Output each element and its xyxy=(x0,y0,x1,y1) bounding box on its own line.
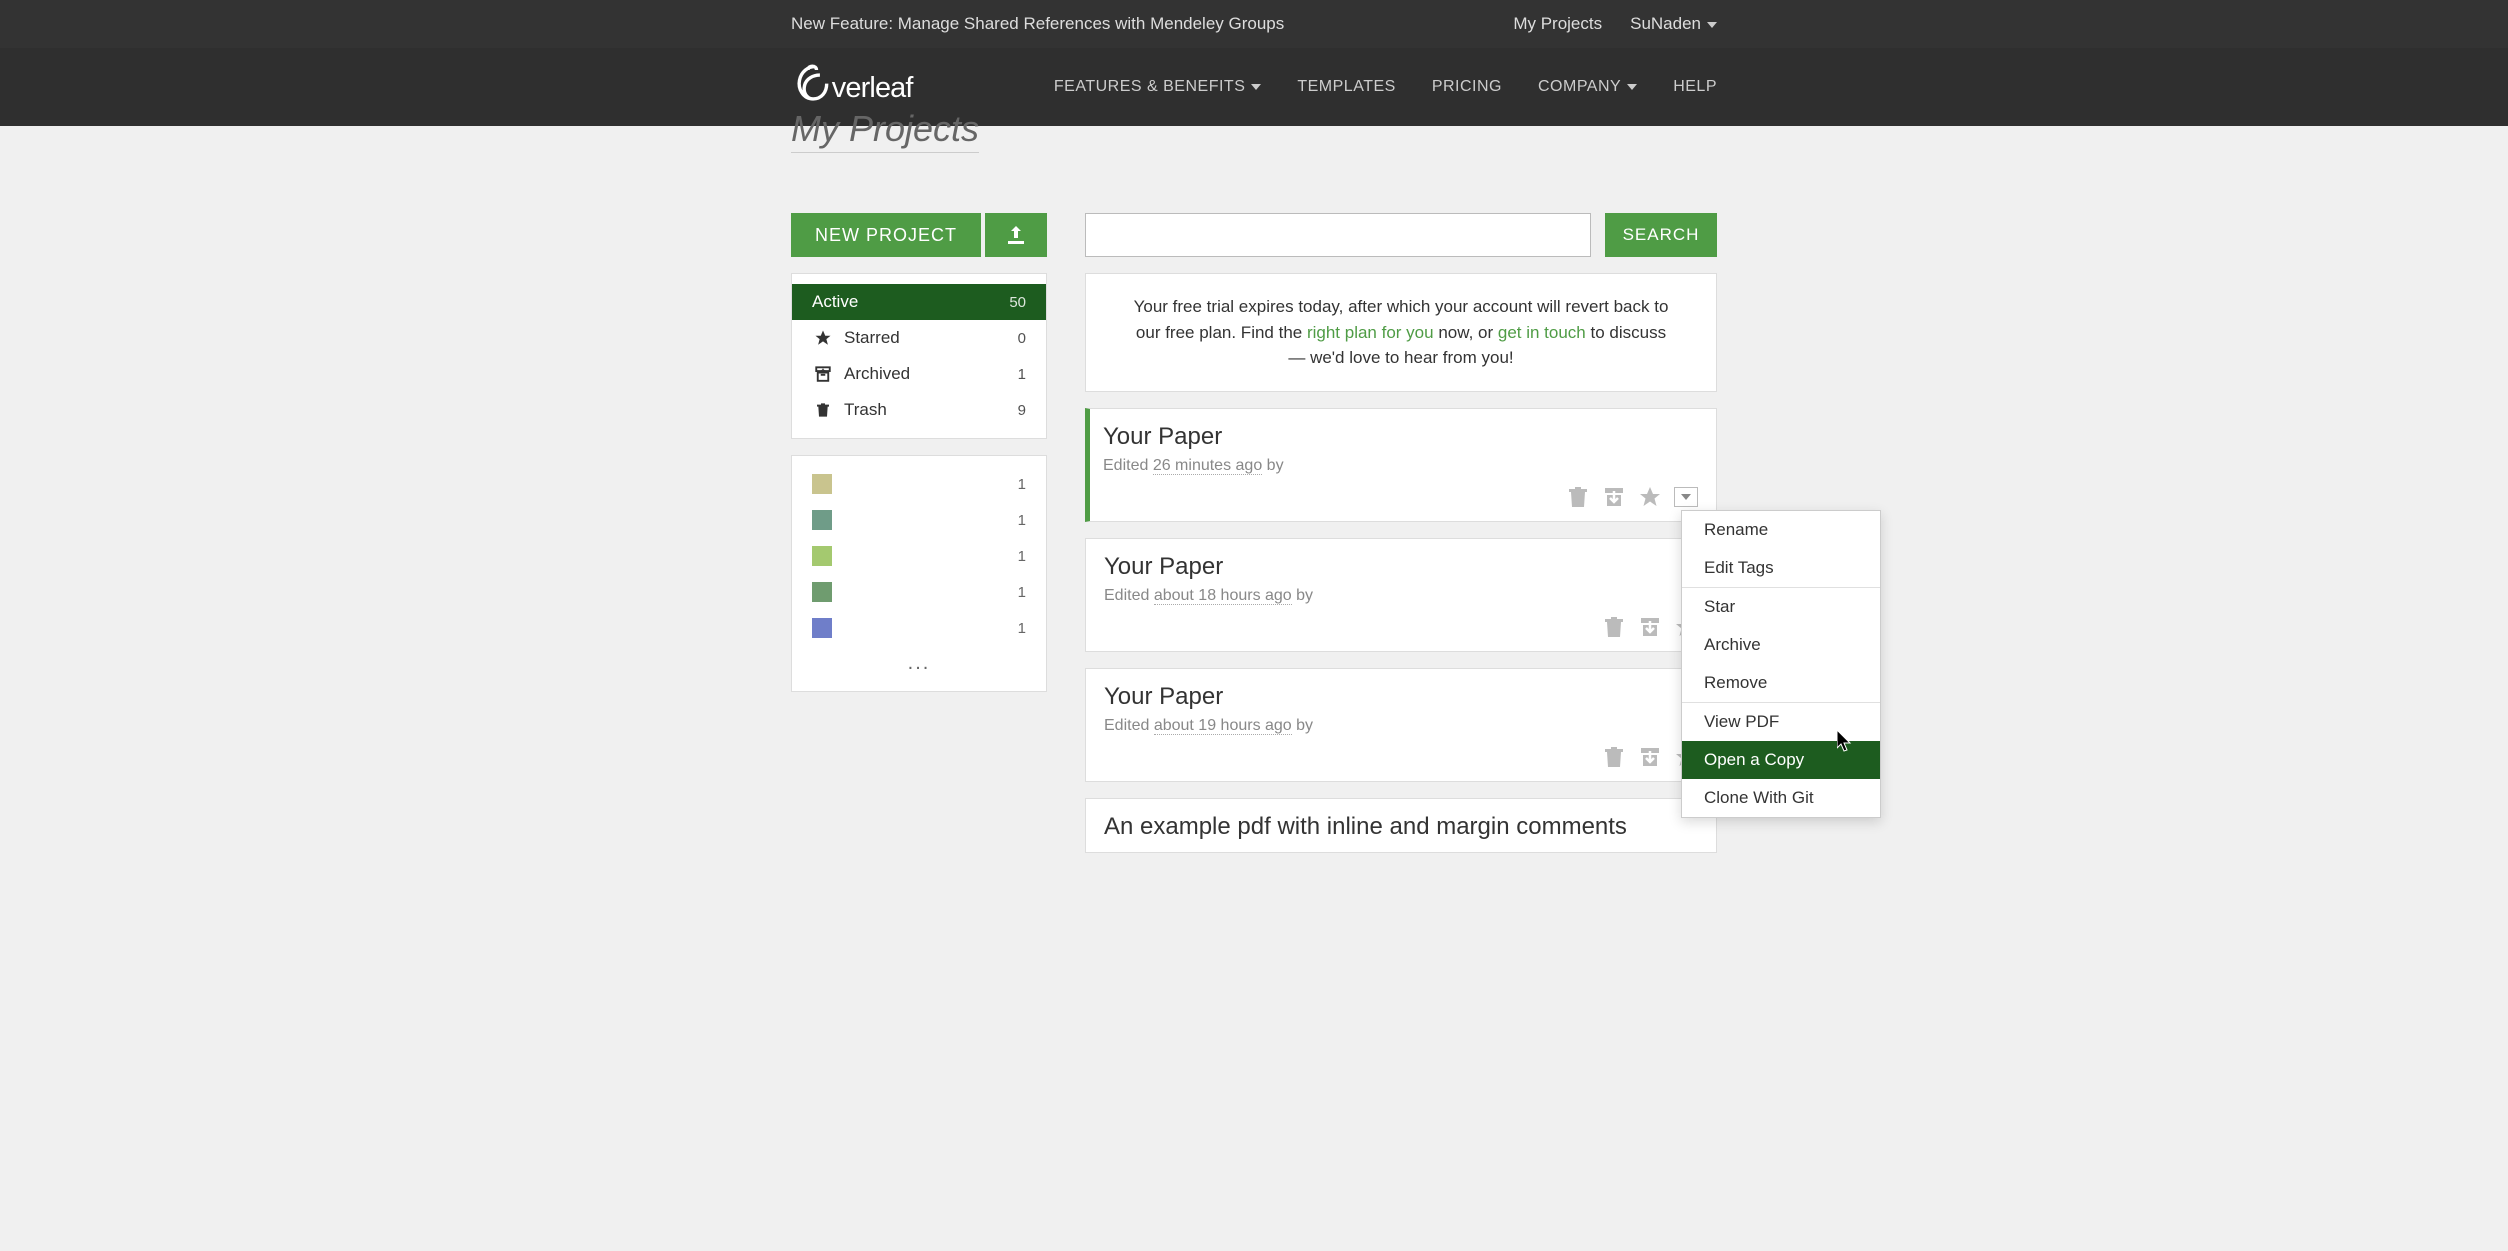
main-nav: verleaf FEATURES & BENEFITS TEMPLATES PR… xyxy=(0,48,2508,126)
project-title: Your Paper xyxy=(1103,423,1698,451)
upload-button[interactable] xyxy=(985,213,1047,257)
tag-count: 1 xyxy=(1018,620,1026,637)
nav-pricing[interactable]: PRICING xyxy=(1432,78,1502,96)
tag-color-swatch xyxy=(812,582,832,602)
archive-icon[interactable] xyxy=(1638,745,1662,769)
sidebar-filter-archived[interactable]: Archived1 xyxy=(792,356,1046,392)
new-project-button[interactable]: NEW PROJECT xyxy=(791,213,981,257)
archive-icon[interactable] xyxy=(1602,485,1626,509)
project-meta: Edited 26 minutes ago by xyxy=(1103,457,1698,475)
filter-count: 9 xyxy=(1018,402,1026,419)
get-in-touch-link[interactable]: get in touch xyxy=(1498,323,1586,342)
overleaf-logo[interactable]: verleaf xyxy=(791,63,961,111)
sidebar-filter-starred[interactable]: Starred0 xyxy=(792,320,1046,356)
user-menu[interactable]: SuNaden xyxy=(1630,14,1717,34)
edited-time: 26 minutes ago xyxy=(1153,457,1262,475)
more-tags[interactable]: ... xyxy=(792,646,1046,681)
caret-down-icon xyxy=(1707,22,1717,28)
sidebar-filter-trash[interactable]: Trash9 xyxy=(792,392,1046,428)
filter-box: Active50Starred0Archived1Trash9 xyxy=(791,273,1047,439)
trash-icon[interactable] xyxy=(1566,485,1590,509)
filter-label: Trash xyxy=(844,400,1018,420)
dropdown-archive[interactable]: Archive xyxy=(1682,626,1880,664)
dropdown-star[interactable]: Star xyxy=(1682,588,1880,626)
tag-row[interactable]: 1 xyxy=(792,610,1046,646)
tags-box: 1 1 1 1 1... xyxy=(791,455,1047,692)
tag-row[interactable]: 1 xyxy=(792,502,1046,538)
caret-down-icon xyxy=(1627,84,1637,90)
filter-label: Active xyxy=(812,292,1009,312)
nav-help[interactable]: HELP xyxy=(1673,78,1717,96)
dropdown-open-copy[interactable]: Open a Copy xyxy=(1682,741,1880,779)
filter-label: Archived xyxy=(844,364,1018,384)
filter-count: 1 xyxy=(1018,366,1026,383)
dropdown-rename[interactable]: Rename xyxy=(1682,511,1880,549)
tag-row[interactable]: 1 xyxy=(792,574,1046,610)
dropdown-view-pdf[interactable]: View PDF xyxy=(1682,703,1880,741)
dropdown-remove[interactable]: Remove xyxy=(1682,664,1880,702)
tag-color-swatch xyxy=(812,474,832,494)
project-card[interactable]: Your Paper Edited about 19 hours ago by xyxy=(1085,668,1717,782)
edited-time: about 18 hours ago xyxy=(1154,587,1292,605)
nav-company[interactable]: COMPANY xyxy=(1538,78,1637,96)
nav-templates[interactable]: TEMPLATES xyxy=(1297,78,1395,96)
caret-down-icon xyxy=(1681,494,1691,500)
trash-icon[interactable] xyxy=(1602,615,1626,639)
filter-label: Starred xyxy=(844,328,1018,348)
project-card[interactable]: Your Paper Edited 26 minutes ago by xyxy=(1085,408,1717,522)
trash-icon[interactable] xyxy=(1602,745,1626,769)
tag-color-swatch xyxy=(812,510,832,530)
username-label: SuNaden xyxy=(1630,14,1701,33)
nav-features[interactable]: FEATURES & BENEFITS xyxy=(1054,78,1261,96)
filter-count: 0 xyxy=(1018,330,1026,347)
archived-icon xyxy=(812,365,834,383)
tag-count: 1 xyxy=(1018,548,1026,565)
page-title: My Projects xyxy=(791,108,979,153)
leaf-logo-icon: verleaf xyxy=(791,63,961,111)
project-title: An example pdf with inline and margin co… xyxy=(1104,813,1698,841)
tag-row[interactable]: 1 xyxy=(792,538,1046,574)
search-input[interactable] xyxy=(1085,213,1591,257)
sidebar-filter-active[interactable]: Active50 xyxy=(792,284,1046,320)
project-card[interactable]: Your Paper Edited about 18 hours ago by xyxy=(1085,538,1717,652)
edited-time: about 19 hours ago xyxy=(1154,717,1292,735)
upload-icon xyxy=(1004,223,1028,247)
search-button[interactable]: SEARCH xyxy=(1605,213,1717,257)
tag-row[interactable]: 1 xyxy=(792,466,1046,502)
tag-count: 1 xyxy=(1018,476,1026,493)
trash-icon xyxy=(812,401,834,419)
project-meta: Edited about 19 hours ago by xyxy=(1104,717,1698,735)
project-card[interactable]: An example pdf with inline and margin co… xyxy=(1085,798,1717,853)
tag-count: 1 xyxy=(1018,512,1026,529)
svg-text:verleaf: verleaf xyxy=(832,72,915,104)
star-icon[interactable] xyxy=(1638,485,1662,509)
project-more-button[interactable] xyxy=(1674,487,1698,507)
announcement-text[interactable]: New Feature: Manage Shared References wi… xyxy=(791,14,1284,34)
project-title: Your Paper xyxy=(1104,683,1698,711)
notice-text: now, or xyxy=(1434,323,1498,342)
announcement-bar: New Feature: Manage Shared References wi… xyxy=(0,0,2508,48)
dropdown-edit-tags[interactable]: Edit Tags xyxy=(1682,549,1880,587)
project-meta: Edited about 18 hours ago by xyxy=(1104,587,1698,605)
archive-icon[interactable] xyxy=(1638,615,1662,639)
starred-icon xyxy=(812,329,834,347)
filter-count: 50 xyxy=(1009,294,1026,311)
project-title: Your Paper xyxy=(1104,553,1698,581)
trial-notice: Your free trial expires today, after whi… xyxy=(1085,273,1717,392)
caret-down-icon xyxy=(1251,84,1261,90)
tag-color-swatch xyxy=(812,618,832,638)
right-plan-link[interactable]: right plan for you xyxy=(1307,323,1434,342)
tag-count: 1 xyxy=(1018,584,1026,601)
project-actions-dropdown: Rename Edit Tags Star Archive Remove Vie… xyxy=(1681,510,1881,818)
tag-color-swatch xyxy=(812,546,832,566)
my-projects-link[interactable]: My Projects xyxy=(1513,14,1602,34)
dropdown-clone-git[interactable]: Clone With Git xyxy=(1682,779,1880,817)
